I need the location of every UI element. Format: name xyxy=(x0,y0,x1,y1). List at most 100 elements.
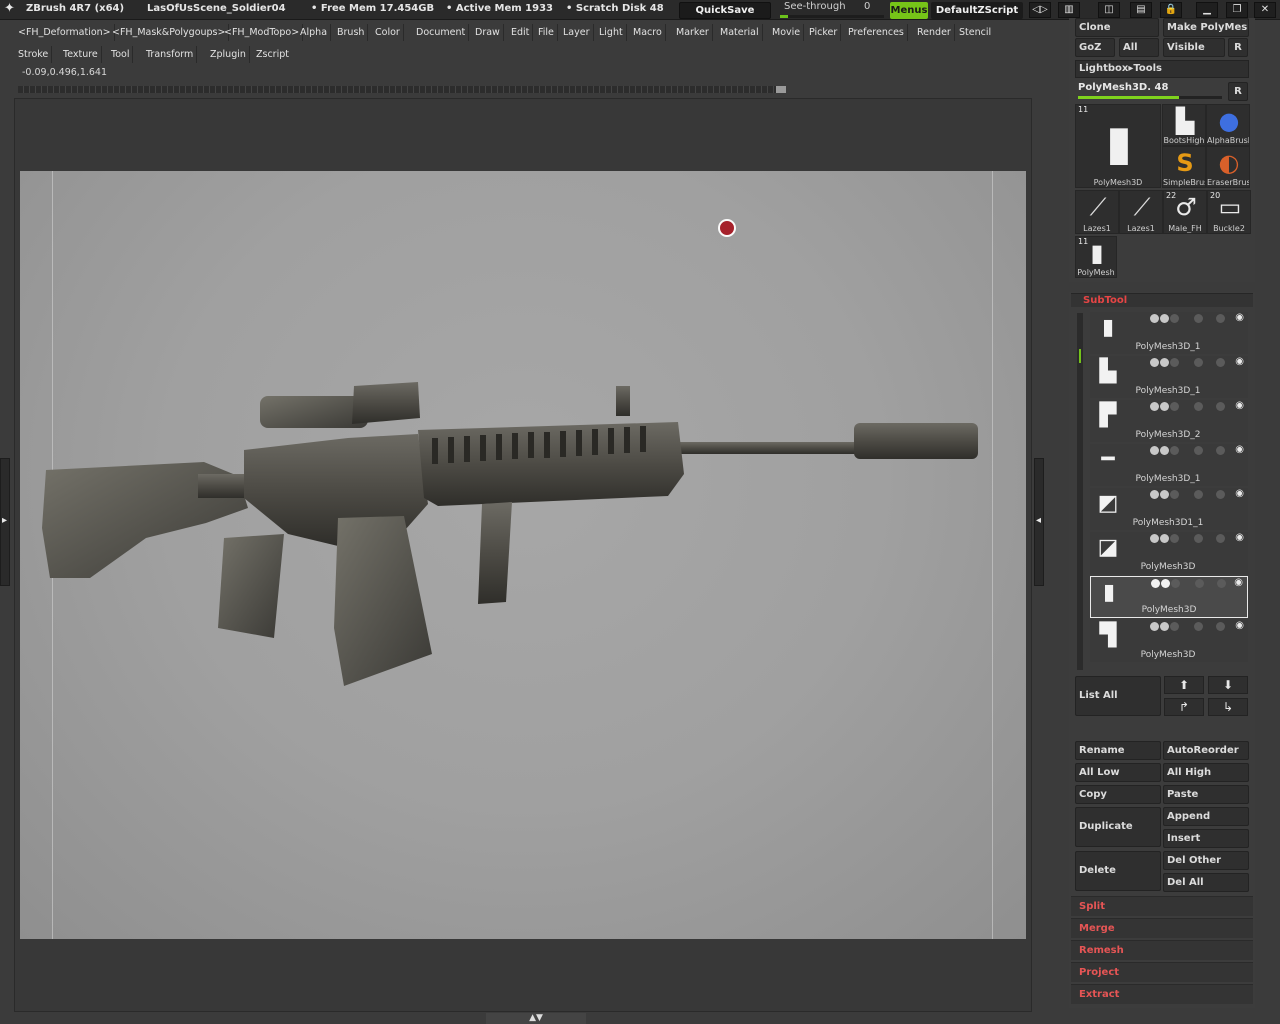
menu-document[interactable]: Document xyxy=(413,24,470,41)
subtool-row[interactable]: ▙ ◉ PolyMesh3D_1 xyxy=(1090,356,1248,398)
menu-zplugin[interactable]: Zplugin xyxy=(207,46,250,63)
subtool-row[interactable]: ◪ ◉ PolyMesh3D xyxy=(1090,532,1248,574)
tool-thumb-lazes1-a[interactable]: ⟋ Lazes1 xyxy=(1075,190,1119,234)
subtool-header[interactable]: SubTool xyxy=(1071,293,1253,307)
tool-thumb-polymesh[interactable]: 11 ▮ PolyMesh xyxy=(1075,236,1117,278)
extract-section[interactable]: Extract xyxy=(1071,984,1253,1004)
restore-icon[interactable]: ❐ xyxy=(1226,2,1248,18)
goz-r-button[interactable]: R xyxy=(1228,38,1248,57)
menu-light[interactable]: Light xyxy=(596,24,627,41)
tool-thumb-lazes1-b[interactable]: ⟋ Lazes1 xyxy=(1119,190,1163,234)
merge-section[interactable]: Merge xyxy=(1071,918,1253,938)
subtool-toggles[interactable] xyxy=(1150,490,1246,501)
menu-texture[interactable]: Texture xyxy=(60,46,102,63)
tool-slider[interactable] xyxy=(1078,96,1222,99)
menu-fh-deformation[interactable]: <FH_Deformation> xyxy=(15,24,115,41)
help-icon[interactable]: ▤ xyxy=(1130,2,1152,18)
menu-fh-modtopo[interactable]: <FH_ModTopo> xyxy=(221,24,304,41)
menu-layer[interactable]: Layer xyxy=(560,24,594,41)
del-other-button[interactable]: Del Other xyxy=(1163,851,1249,870)
minimize-icon[interactable]: ▁ xyxy=(1196,2,1218,18)
menu-movie[interactable]: Movie xyxy=(769,24,805,41)
menus-toggle-button[interactable]: Menus xyxy=(890,2,928,19)
tool-thumb-male-fh[interactable]: 22 ♂ Male_FH xyxy=(1163,190,1207,234)
remesh-section[interactable]: Remesh xyxy=(1071,940,1253,960)
menu-render[interactable]: Render xyxy=(914,24,955,41)
menu-picker[interactable]: Picker xyxy=(806,24,842,41)
menu-stroke[interactable]: Stroke xyxy=(15,46,53,63)
right-tray-toggle-icon[interactable]: ◂ xyxy=(1034,458,1044,586)
project-section[interactable]: Project xyxy=(1071,962,1253,982)
tool-thumb-polymesh3d[interactable]: 11 ▮ PolyMesh3D xyxy=(1075,104,1161,188)
visibility-eye-icon[interactable]: ◉ xyxy=(1235,312,1244,323)
move-up-arrow-icon[interactable]: ⬆ xyxy=(1164,676,1204,694)
left-tray-toggle-icon[interactable]: ▸ xyxy=(0,458,10,586)
subtool-toggles[interactable] xyxy=(1150,622,1246,633)
menu-color[interactable]: Color xyxy=(372,24,404,41)
list-all-button[interactable]: List All xyxy=(1075,676,1161,716)
make-polymesh-button[interactable]: Make PolyMesh3D xyxy=(1163,18,1249,37)
tool-thumb-buckle2[interactable]: 20 ▭ Buckle2 xyxy=(1207,190,1251,234)
subtool-scroll-thumb[interactable] xyxy=(1079,349,1081,363)
layout-options-icon[interactable]: ▥ xyxy=(1058,2,1080,18)
menu-stencil[interactable]: Stencil xyxy=(956,24,994,41)
tool-thumb-alphabrush[interactable]: ● AlphaBrush xyxy=(1206,104,1250,146)
visibility-eye-icon[interactable]: ◉ xyxy=(1235,356,1244,367)
menu-brush[interactable]: Brush xyxy=(334,24,369,41)
paste-button[interactable]: Paste xyxy=(1163,785,1249,804)
menu-material[interactable]: Material xyxy=(717,24,763,41)
menu-edit[interactable]: Edit xyxy=(508,24,534,41)
ui-colors-icon[interactable]: ◫ xyxy=(1098,2,1120,18)
clone-button[interactable]: Clone xyxy=(1075,18,1159,37)
subtool-toggles[interactable] xyxy=(1150,534,1246,545)
menu-marker[interactable]: Marker xyxy=(673,24,713,41)
move-down-branch-icon[interactable]: ↳ xyxy=(1208,698,1248,716)
subtool-row[interactable]: ◩ ◉ PolyMesh3D1_1 xyxy=(1090,488,1248,530)
move-up-branch-icon[interactable]: ↱ xyxy=(1164,698,1204,716)
subtool-toggles[interactable] xyxy=(1151,579,1247,590)
see-through-track[interactable] xyxy=(780,15,884,18)
subtool-row[interactable]: ▜ ◉ PolyMesh3D xyxy=(1090,620,1248,662)
bottom-tray-toggle-icon[interactable]: ▲▼ xyxy=(486,1013,586,1024)
move-down-arrow-icon[interactable]: ⬇ xyxy=(1208,676,1248,694)
menu-preferences[interactable]: Preferences xyxy=(845,24,908,41)
visibility-eye-icon[interactable]: ◉ xyxy=(1235,620,1244,631)
visibility-eye-icon[interactable]: ◉ xyxy=(1235,400,1244,411)
split-section[interactable]: Split xyxy=(1071,896,1253,916)
subtool-toggles[interactable] xyxy=(1150,446,1246,457)
autoreorder-button[interactable]: AutoReorder xyxy=(1163,741,1249,760)
subtool-toggles[interactable] xyxy=(1150,314,1246,325)
rifle-model[interactable] xyxy=(38,378,984,690)
lightbox-tools-button[interactable]: Lightbox▸Tools xyxy=(1075,60,1249,78)
layout-cycle-icon[interactable]: ◁▷ xyxy=(1029,2,1051,18)
close-icon[interactable]: ✕ xyxy=(1254,2,1276,18)
duplicate-button[interactable]: Duplicate xyxy=(1075,807,1161,847)
visibility-eye-icon[interactable]: ◉ xyxy=(1234,577,1243,588)
visibility-eye-icon[interactable]: ◉ xyxy=(1235,532,1244,543)
tool-r-button[interactable]: R xyxy=(1228,82,1248,101)
goz-all-button[interactable]: All xyxy=(1119,38,1159,57)
menu-transform[interactable]: Transform xyxy=(143,46,198,63)
tool-thumb-eraserbrush[interactable]: ◐ EraserBrush xyxy=(1206,146,1250,188)
copy-button[interactable]: Copy xyxy=(1075,785,1161,804)
append-button[interactable]: Append xyxy=(1163,807,1249,826)
subtool-scrollbar[interactable] xyxy=(1077,313,1083,670)
goz-visible-button[interactable]: Visible xyxy=(1163,38,1225,57)
goz-button[interactable]: GoZ xyxy=(1075,38,1115,57)
menu-alpha[interactable]: Alpha xyxy=(297,24,332,41)
quicksave-button[interactable]: QuickSave xyxy=(679,2,771,19)
insert-button[interactable]: Insert xyxy=(1163,829,1249,848)
visibility-eye-icon[interactable]: ◉ xyxy=(1235,444,1244,455)
menu-zscript[interactable]: Zscript xyxy=(253,46,292,63)
subtool-toggles[interactable] xyxy=(1150,358,1246,369)
menu-tool[interactable]: Tool xyxy=(108,46,134,63)
see-through-slider[interactable]: See-through 0 xyxy=(776,1,888,19)
tool-thumb-bootshigh[interactable]: ▙ BootsHigh xyxy=(1162,104,1206,146)
menu-macro[interactable]: Macro xyxy=(630,24,666,41)
subtool-row[interactable]: ━ ◉ PolyMesh3D_1 xyxy=(1090,444,1248,486)
subtool-row[interactable]: ▮ ◉ PolyMesh3D_1 xyxy=(1090,312,1248,354)
all-low-button[interactable]: All Low xyxy=(1075,763,1161,782)
default-zscript-button[interactable]: DefaultZScript xyxy=(931,2,1023,19)
lock-icon[interactable]: 🔒 xyxy=(1160,2,1182,18)
delete-button[interactable]: Delete xyxy=(1075,851,1161,891)
